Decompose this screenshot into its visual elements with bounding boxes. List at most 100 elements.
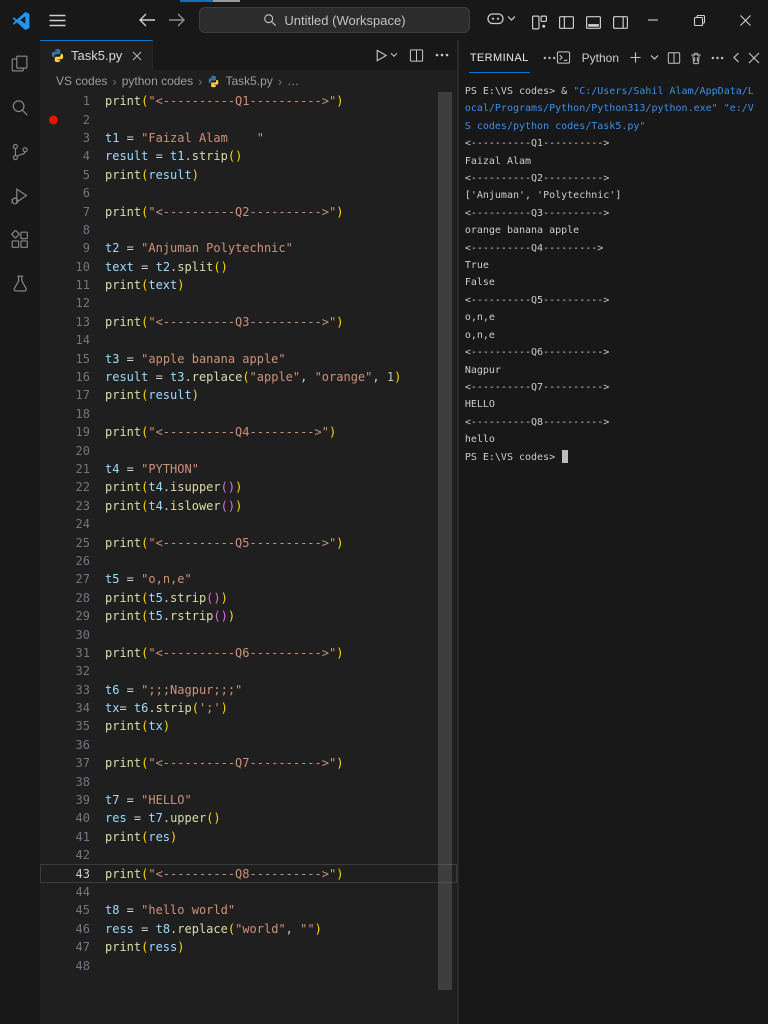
breakpoint-icon[interactable]: [49, 115, 58, 124]
customize-layout-icon[interactable]: [528, 11, 550, 33]
tab-close-icon[interactable]: [132, 51, 142, 61]
line-number[interactable]: 33: [40, 683, 105, 697]
code-line[interactable]: 48: [40, 956, 457, 974]
breadcrumb-item-folder[interactable]: VS codes: [56, 74, 107, 88]
explorer-icon[interactable]: [0, 42, 40, 86]
new-terminal-icon[interactable]: [629, 51, 642, 64]
copilot-button[interactable]: [486, 9, 516, 28]
code-line[interactable]: 39t7 = "HELLO": [40, 791, 457, 809]
line-number[interactable]: 45: [40, 903, 105, 917]
line-number[interactable]: 29: [40, 609, 105, 623]
code-line[interactable]: 37print("<----------Q7---------->"): [40, 754, 457, 772]
code-line[interactable]: 40res = t7.upper(): [40, 809, 457, 827]
line-number[interactable]: 16: [40, 370, 105, 384]
code-line[interactable]: 42: [40, 846, 457, 864]
line-number[interactable]: 11: [40, 278, 105, 292]
tab-task5[interactable]: Task5.py: [40, 40, 153, 70]
code-line[interactable]: 13print("<----------Q3---------->"): [40, 313, 457, 331]
split-terminal-icon[interactable]: [667, 51, 681, 65]
back-arrow-icon[interactable]: [136, 9, 158, 31]
line-number[interactable]: 27: [40, 572, 105, 586]
line-number[interactable]: 24: [40, 517, 105, 531]
code-line[interactable]: 38: [40, 772, 457, 790]
line-number[interactable]: 44: [40, 885, 105, 899]
line-number[interactable]: 46: [40, 922, 105, 936]
more-actions-icon[interactable]: [435, 53, 449, 57]
breadcrumb-item-subfolder[interactable]: python codes: [122, 74, 193, 88]
close-panel-icon[interactable]: [748, 52, 760, 64]
line-number[interactable]: 2: [40, 113, 105, 127]
code-line[interactable]: 16result = t3.replace("apple", "orange",…: [40, 368, 457, 386]
line-number[interactable]: 19: [40, 425, 105, 439]
code-line[interactable]: 32: [40, 662, 457, 680]
line-number[interactable]: 18: [40, 407, 105, 421]
line-number[interactable]: 28: [40, 591, 105, 605]
line-number[interactable]: 9: [40, 241, 105, 255]
line-number[interactable]: 21: [40, 462, 105, 476]
line-number[interactable]: 31: [40, 646, 105, 660]
more-actions-icon[interactable]: [711, 56, 724, 60]
code-line[interactable]: 36: [40, 736, 457, 754]
code-line[interactable]: 21t4 = "PYTHON": [40, 460, 457, 478]
line-number[interactable]: 26: [40, 554, 105, 568]
line-number[interactable]: 47: [40, 940, 105, 954]
line-number[interactable]: 22: [40, 480, 105, 494]
trash-icon[interactable]: [689, 51, 703, 65]
line-number[interactable]: 39: [40, 793, 105, 807]
line-number[interactable]: 6: [40, 186, 105, 200]
close-button[interactable]: [722, 0, 768, 40]
code-line[interactable]: 34tx= t6.strip(';'): [40, 699, 457, 717]
line-number[interactable]: 40: [40, 811, 105, 825]
line-number[interactable]: 41: [40, 830, 105, 844]
code-line[interactable]: 26: [40, 552, 457, 570]
code-line[interactable]: 10text = t2.split(): [40, 258, 457, 276]
line-number[interactable]: 3: [40, 131, 105, 145]
code-line[interactable]: 29print(t5.rstrip()): [40, 607, 457, 625]
line-number[interactable]: 12: [40, 296, 105, 310]
line-number[interactable]: 13: [40, 315, 105, 329]
code-line[interactable]: 45t8 = "hello world": [40, 901, 457, 919]
line-number[interactable]: 20: [40, 444, 105, 458]
code-line[interactable]: 15t3 = "apple banana apple": [40, 349, 457, 367]
code-line[interactable]: 24: [40, 515, 457, 533]
code-line[interactable]: 17print(result): [40, 386, 457, 404]
line-number[interactable]: 35: [40, 719, 105, 733]
line-number[interactable]: 30: [40, 628, 105, 642]
code-line[interactable]: 22print(t4.isupper()): [40, 478, 457, 496]
extensions-icon[interactable]: [0, 218, 40, 262]
code-line[interactable]: 19print("<----------Q4--------->"): [40, 423, 457, 441]
line-number[interactable]: 48: [40, 959, 105, 973]
code-line[interactable]: 2: [40, 110, 457, 128]
command-center-search[interactable]: Untitled (Workspace): [199, 7, 470, 33]
toggle-panel-icon[interactable]: [582, 11, 604, 33]
line-number[interactable]: 8: [40, 223, 105, 237]
code-line[interactable]: 5print(result): [40, 166, 457, 184]
line-number[interactable]: 15: [40, 352, 105, 366]
toggle-primary-sidebar-icon[interactable]: [555, 11, 577, 33]
toggle-secondary-sidebar-icon[interactable]: [609, 11, 631, 33]
line-number[interactable]: 37: [40, 756, 105, 770]
search-icon[interactable]: [0, 86, 40, 130]
code-line[interactable]: 30: [40, 625, 457, 643]
split-editor-icon[interactable]: [409, 48, 424, 63]
code-line[interactable]: 4result = t1.strip(): [40, 147, 457, 165]
code-line[interactable]: 23print(t4.islower()): [40, 497, 457, 515]
code-line[interactable]: 9t2 = "Anjuman Polytechnic": [40, 239, 457, 257]
line-number[interactable]: 4: [40, 149, 105, 163]
code-line[interactable]: 33t6 = ";;;Nagpur;;;": [40, 681, 457, 699]
terminal-tab[interactable]: TERMINAL: [469, 42, 530, 73]
code-line[interactable]: 1print("<----------Q1---------->"): [40, 92, 457, 110]
code-line[interactable]: 18: [40, 405, 457, 423]
code-line[interactable]: 25print("<----------Q5---------->"): [40, 533, 457, 551]
line-number[interactable]: 14: [40, 333, 105, 347]
code-line[interactable]: 8: [40, 221, 457, 239]
code-line[interactable]: 28print(t5.strip()): [40, 589, 457, 607]
chevron-down-icon[interactable]: [650, 54, 659, 61]
code-line[interactable]: 43print("<----------Q8---------->"): [40, 864, 457, 882]
run-debug-icon[interactable]: [0, 174, 40, 218]
line-number[interactable]: 23: [40, 499, 105, 513]
code-line[interactable]: 46ress = t8.replace("world", ""): [40, 920, 457, 938]
code-line[interactable]: 14: [40, 331, 457, 349]
panel-more-icon[interactable]: [543, 56, 556, 60]
line-number[interactable]: 17: [40, 388, 105, 402]
